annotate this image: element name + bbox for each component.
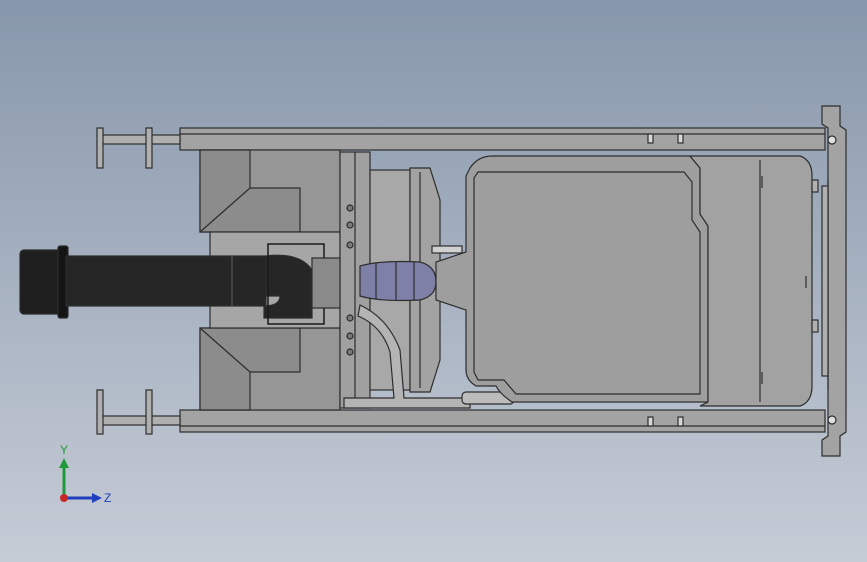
mount-bolt <box>346 204 354 212</box>
bottom-left-bracket-a <box>96 389 104 435</box>
top-left-extension <box>97 134 181 145</box>
exhaust-manifold-flange <box>311 257 341 309</box>
bottom-mount-hole <box>827 415 837 425</box>
rail-slot <box>677 133 684 144</box>
radiator-tab <box>821 185 829 377</box>
mount-bolt <box>346 332 354 340</box>
top-frame-rail <box>179 127 826 151</box>
top-left-bracket-a <box>96 127 104 169</box>
radiator-box <box>688 155 813 407</box>
radiator-clip <box>811 319 819 333</box>
radiator-clip <box>811 179 819 193</box>
engine-assembly-model[interactable] <box>19 105 847 457</box>
y-axis-arrowhead <box>59 458 69 468</box>
top-mount-hole <box>827 135 837 145</box>
mount-bolt <box>346 314 354 322</box>
mount-bolt <box>346 241 354 249</box>
cad-viewport[interactable] <box>0 0 867 562</box>
bottom-left-bracket-b <box>145 389 153 435</box>
mount-bolt <box>346 348 354 356</box>
rail-slot <box>647 416 654 427</box>
top-left-bracket-b <box>145 127 153 169</box>
z-axis-arrowhead <box>92 493 102 503</box>
triad-origin <box>60 494 68 502</box>
bottom-frame-rail <box>179 409 826 433</box>
y-axis-label: Y <box>60 443 68 457</box>
exhaust-pipe <box>65 255 267 307</box>
air-filter <box>359 260 437 302</box>
exhaust-elbow <box>263 254 313 319</box>
rail-slot <box>677 416 684 427</box>
z-axis-label: Z <box>104 491 111 505</box>
coordinate-triad: Y Z <box>40 440 120 510</box>
fuel-tank <box>435 155 709 403</box>
supply-pipe-upper <box>431 245 463 254</box>
mount-bolt <box>346 221 354 229</box>
bottom-left-extension <box>97 415 181 426</box>
rail-slot <box>647 133 654 144</box>
